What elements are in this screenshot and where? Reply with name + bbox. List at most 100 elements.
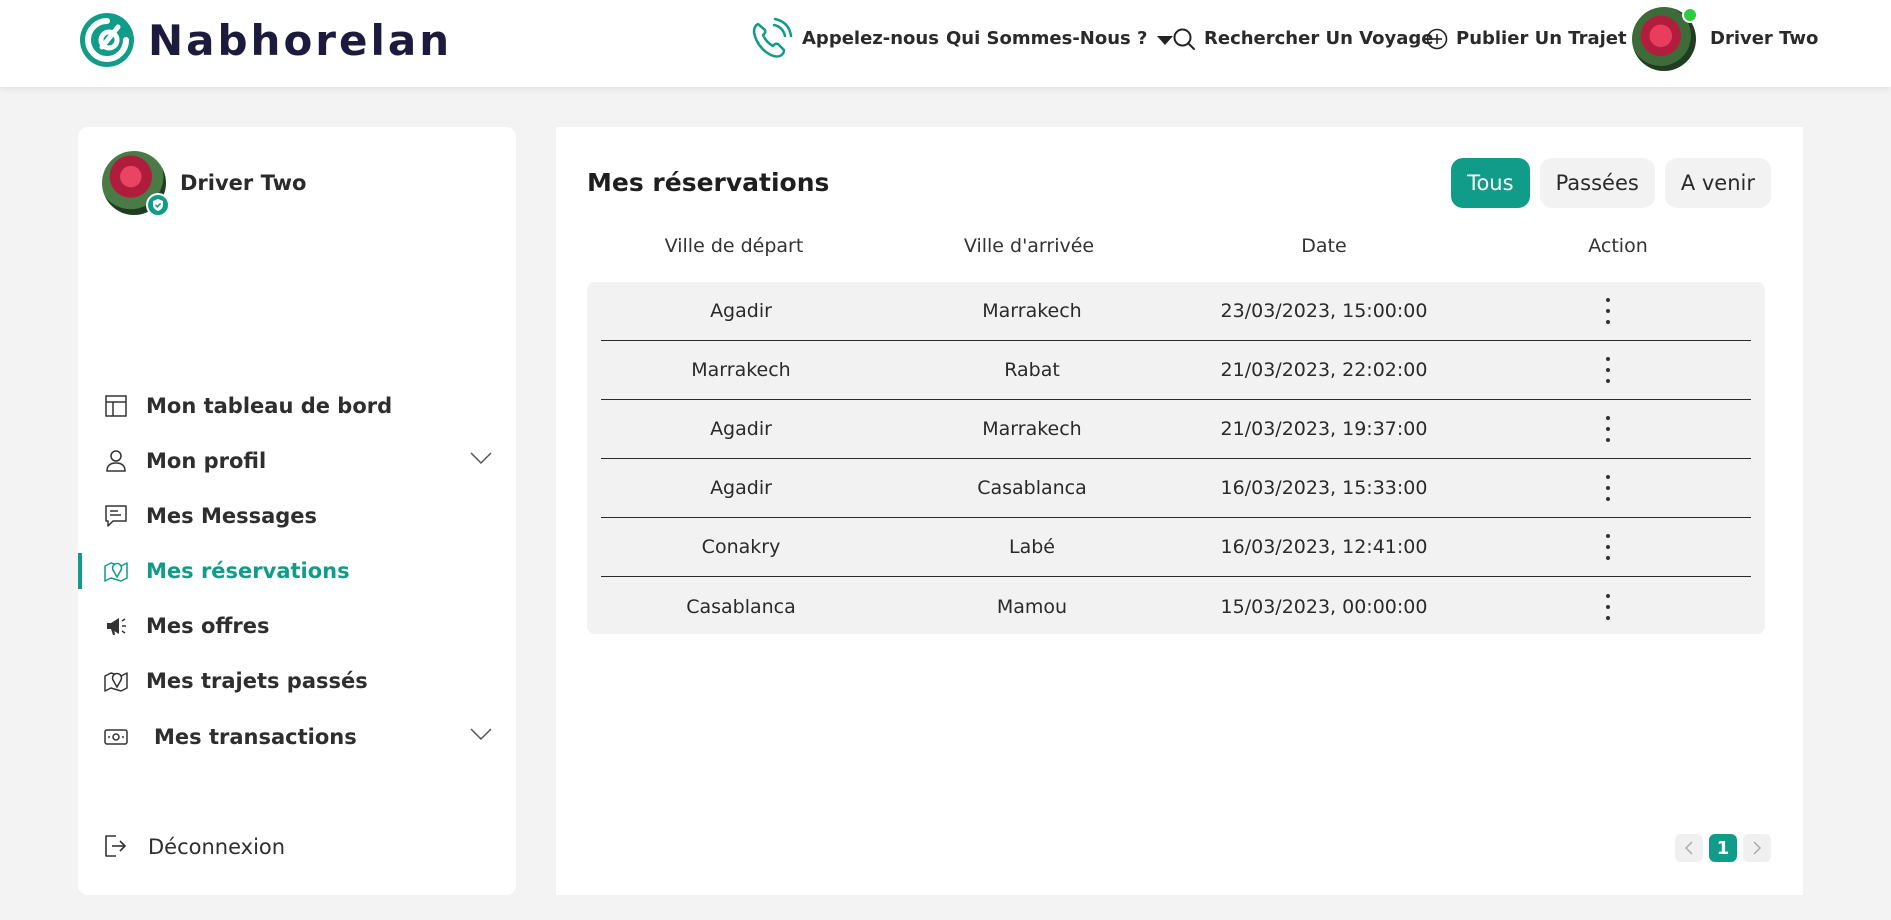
sidebar-item-label: Mes Messages — [146, 504, 318, 528]
kebab-menu-icon[interactable] — [1596, 592, 1620, 622]
cell-action — [1465, 532, 1751, 562]
message-icon — [102, 502, 130, 530]
verified-shield-icon — [146, 193, 170, 217]
column-header: Action — [1588, 235, 1648, 257]
dashboard-icon — [102, 392, 130, 420]
column-header: Date — [1301, 235, 1347, 257]
cell-date: 15/03/2023, 00:00:00 — [1220, 595, 1428, 618]
page-title: Mes réservations — [587, 168, 830, 197]
table-header: Ville de départ Ville d'arrivée Date Act… — [587, 235, 1765, 271]
main-content: Mes réservations Tous Passées A venir Vi… — [556, 127, 1803, 895]
prev-page-button[interactable] — [1675, 834, 1703, 862]
sidebar-item-label: Mes trajets passés — [146, 669, 368, 693]
cell-arrival: Rabat — [1004, 359, 1060, 381]
cell-departure: Casablanca — [686, 595, 796, 618]
cell-departure: Conakry — [701, 536, 781, 558]
page-number-button[interactable]: 1 — [1709, 834, 1737, 862]
cell-action — [1465, 414, 1751, 444]
cell-departure: Agadir — [710, 300, 772, 322]
cell-date: 16/03/2023, 12:41:00 — [1220, 536, 1428, 558]
filter-tabs: Tous Passées A venir — [1441, 158, 1771, 208]
cell-arrival: Labé — [1009, 536, 1055, 558]
online-status-dot — [1682, 6, 1698, 23]
cell-date: 21/03/2023, 19:37:00 — [1220, 418, 1428, 440]
nav-publish-label: Publier Un Trajet — [1456, 28, 1627, 49]
reservations-table: Agadir Marrakech 23/03/2023, 15:00:00 Ma… — [587, 282, 1765, 634]
table-row: Agadir Marrakech 21/03/2023, 19:37:00 — [601, 400, 1751, 459]
kebab-menu-icon[interactable] — [1596, 355, 1620, 385]
cell-arrival: Mamou — [996, 595, 1068, 618]
chevron-down-icon[interactable] — [470, 727, 492, 741]
kebab-menu-icon[interactable] — [1596, 414, 1620, 444]
kebab-menu-icon[interactable] — [1596, 473, 1620, 503]
phone-icon — [752, 17, 793, 58]
cell-departure: Marrakech — [691, 359, 791, 381]
sidebar-item-label: Mes offres — [146, 614, 270, 638]
money-icon — [102, 723, 130, 751]
sidebar-item-offers[interactable]: Mes offres — [78, 606, 516, 646]
sidebar-item-label: Mon profil — [146, 449, 267, 473]
chevron-right-icon — [1753, 841, 1762, 855]
nav-search-label: Rechercher Un Voyage — [1204, 28, 1434, 49]
filter-past-button[interactable]: Passées — [1539, 158, 1655, 208]
header-user-name: Driver Two — [1710, 28, 1819, 49]
cell-action — [1465, 592, 1751, 622]
cell-action — [1465, 296, 1751, 326]
cell-date: 21/03/2023, 22:02:00 — [1220, 359, 1428, 381]
user-icon — [102, 447, 130, 475]
plus-circle-icon — [1426, 28, 1448, 49]
megaphone-icon — [102, 612, 130, 640]
search-icon — [1173, 28, 1195, 50]
table-row: Agadir Marrakech 23/03/2023, 15:00:00 — [601, 282, 1751, 341]
cell-date: 16/03/2023, 15:33:00 — [1220, 477, 1428, 499]
chevron-left-icon — [1684, 841, 1693, 855]
cell-date: 23/03/2023, 15:00:00 — [1220, 300, 1428, 322]
logout-label: Déconnexion — [148, 835, 286, 859]
kebab-menu-icon[interactable] — [1596, 296, 1620, 326]
table-row: Agadir Casablanca 16/03/2023, 15:33:00 — [601, 459, 1751, 518]
sidebar-item-past-trips[interactable]: Mes trajets passés — [78, 661, 516, 701]
nav-search[interactable]: Rechercher Un Voyage — [1172, 0, 1433, 77]
nav-about-label: Qui Sommes-Nous ? — [946, 28, 1148, 49]
cell-action — [1465, 473, 1751, 503]
brand-name: Nabhorelan — [148, 15, 453, 65]
pagination: 1 — [1669, 834, 1771, 862]
cell-arrival: Marrakech — [982, 300, 1082, 322]
sidebar-user-name: Driver Two — [180, 171, 307, 195]
sidebar: Driver Two Mon tableau de bord Mon profi… — [78, 127, 516, 895]
logout-icon — [102, 833, 130, 861]
sidebar-item-profile[interactable]: Mon profil — [78, 441, 516, 481]
filter-all-button[interactable]: Tous — [1451, 158, 1530, 208]
logo-icon — [80, 13, 134, 67]
column-header: Ville de départ — [664, 235, 804, 257]
chevron-down-icon[interactable] — [470, 451, 492, 465]
table-row: Casablanca Mamou 15/03/2023, 00:00:00 — [601, 577, 1751, 636]
nav-about-dropdown[interactable]: Qui Sommes-Nous ? — [946, 0, 1174, 77]
cell-arrival: Casablanca — [977, 477, 1087, 499]
next-page-button[interactable] — [1743, 834, 1771, 862]
nav-call-label: Appelez-nous — [802, 28, 939, 49]
cell-action — [1465, 355, 1751, 385]
filter-upcoming-button[interactable]: A venir — [1664, 158, 1771, 208]
top-header: Nabhorelan Appelez-nous Qui Sommes-Nous … — [0, 0, 1891, 87]
sidebar-item-label: Mes réservations — [146, 559, 350, 583]
sidebar-profile: Driver Two — [102, 151, 307, 217]
avatar — [1632, 6, 1698, 71]
logo[interactable]: Nabhorelan — [80, 12, 452, 68]
avatar — [102, 151, 170, 217]
header-user-menu[interactable]: Driver Two — [1632, 0, 1818, 77]
logout-button[interactable]: Déconnexion — [102, 833, 285, 861]
map-pin-icon — [102, 557, 130, 585]
sidebar-item-transactions[interactable]: Mes transactions — [78, 717, 516, 757]
sidebar-item-messages[interactable]: Mes Messages — [78, 496, 516, 536]
sidebar-item-reservations[interactable]: Mes réservations — [78, 551, 516, 591]
cell-arrival: Marrakech — [982, 418, 1082, 440]
kebab-menu-icon[interactable] — [1596, 532, 1620, 562]
sidebar-item-label: Mon tableau de bord — [146, 394, 393, 418]
cell-departure: Agadir — [710, 418, 772, 440]
nav-publish[interactable]: Publier Un Trajet — [1426, 0, 1627, 77]
sidebar-item-dashboard[interactable]: Mon tableau de bord — [78, 386, 516, 426]
column-header: Ville d'arrivée — [963, 235, 1095, 257]
map-pin-icon — [102, 667, 130, 695]
nav-call[interactable]: Appelez-nous — [748, 0, 939, 77]
